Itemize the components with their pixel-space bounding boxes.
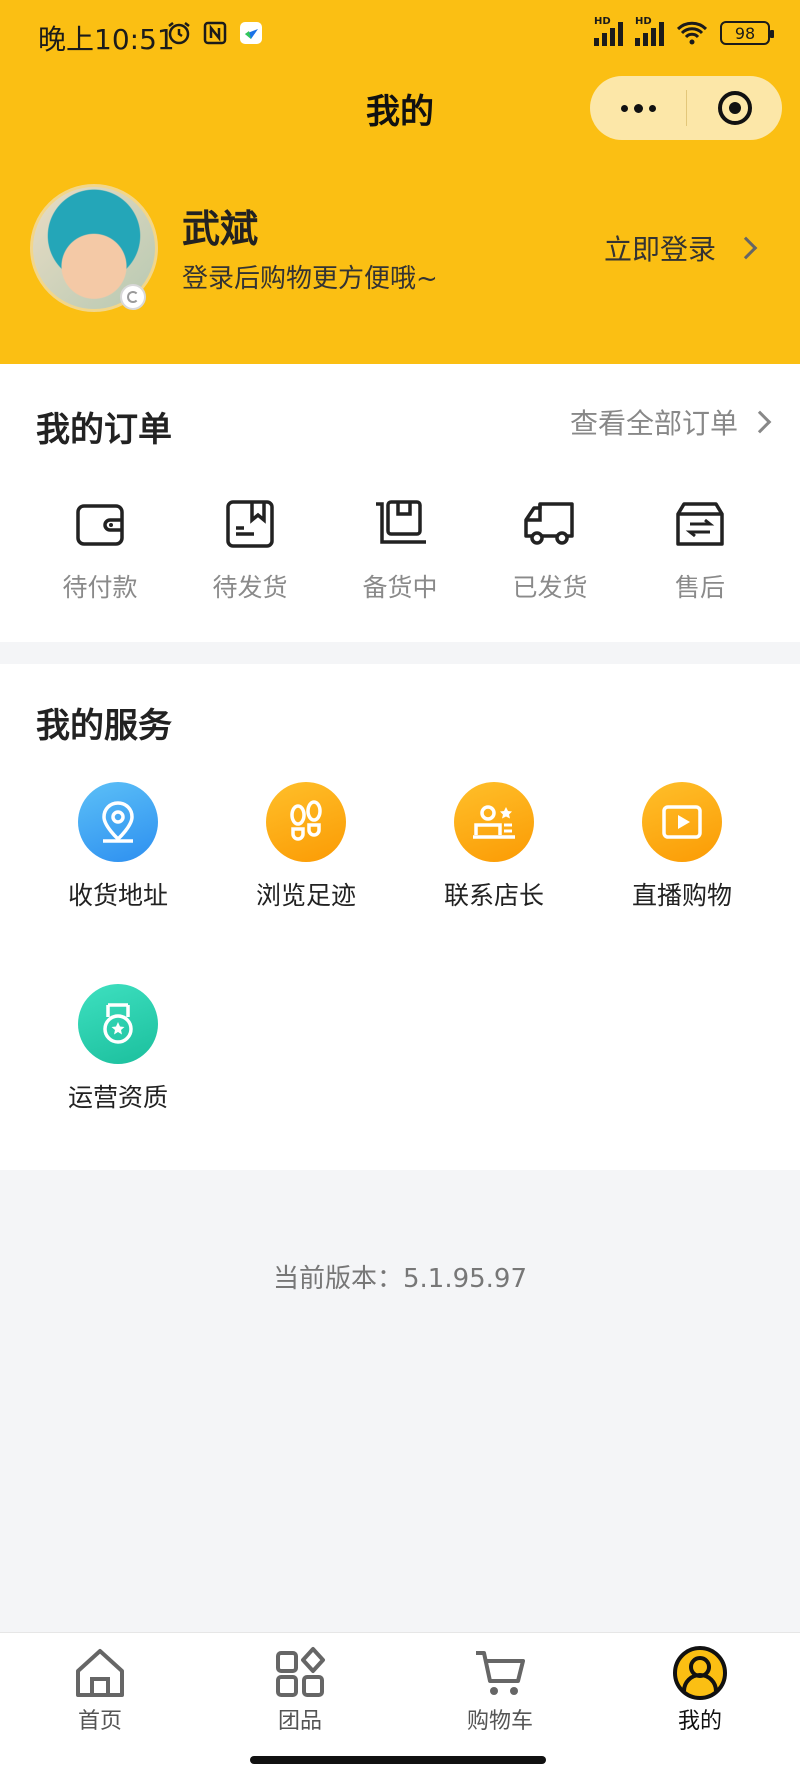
service-live-shopping[interactable]: 直播购物	[588, 782, 776, 912]
close-miniprogram-button[interactable]	[687, 91, 782, 125]
app-notification-icon	[240, 22, 262, 44]
order-status-after-sales[interactable]: 售后	[625, 494, 775, 604]
status-bar: 晚上10:51 HD HD 98	[0, 0, 800, 70]
login-button[interactable]: 立即登录	[604, 228, 758, 268]
signal-icon: HD	[635, 16, 664, 46]
contact-icon	[454, 782, 534, 862]
battery-icon: 98	[720, 21, 774, 45]
play-icon	[642, 782, 722, 862]
service-contact-manager[interactable]: 联系店长	[400, 782, 588, 912]
services-card: 我的服务 收货地址 浏览足迹 联系店长 直播购物 运营资质	[0, 664, 800, 1170]
signal-icon: HD	[594, 16, 623, 46]
status-left-icons	[166, 20, 264, 46]
status-time: 晚上10:51	[38, 23, 175, 56]
services-title: 我的服务	[36, 706, 172, 746]
service-browse-history[interactable]: 浏览足迹	[212, 782, 400, 912]
bottom-tab-bar: 首页 团品 购物车 我的	[0, 1632, 800, 1744]
service-shipping-address[interactable]: 收货地址	[24, 782, 212, 912]
location-icon	[78, 782, 158, 862]
medal-icon	[78, 984, 158, 1064]
more-icon[interactable]	[590, 76, 686, 140]
status-right-icons: HD HD 98	[594, 16, 774, 46]
tab-cart[interactable]: 购物车	[400, 1633, 600, 1744]
truck-icon	[524, 502, 574, 545]
tab-profile[interactable]: 我的	[600, 1633, 800, 1744]
wallet-icon	[76, 504, 124, 546]
alarm-icon	[168, 22, 190, 45]
grid-icon	[276, 1647, 325, 1697]
cart-icon	[476, 1651, 525, 1695]
view-all-orders-link[interactable]: 查看全部订单	[570, 402, 772, 442]
user-subtitle: 登录后购物更方便哦~	[182, 264, 438, 294]
login-label: 立即登录	[604, 233, 717, 266]
package-icon	[226, 500, 274, 548]
profile-icon	[673, 1646, 727, 1700]
tab-home[interactable]: 首页	[0, 1633, 200, 1744]
home-indicator[interactable]	[250, 1756, 546, 1764]
tab-group-products[interactable]: 团品	[200, 1633, 400, 1744]
order-status-pending-payment[interactable]: 待付款	[25, 494, 175, 604]
orders-card: 我的订单 查看全部订单 待付款 待发货 备货中 已发货 售后	[0, 364, 800, 642]
wifi-icon	[676, 21, 708, 45]
target-icon	[717, 91, 752, 125]
chevron-right-icon	[734, 236, 758, 260]
home-icon	[76, 1649, 124, 1697]
miniprogram-capsule	[590, 76, 782, 140]
service-operation-qualification[interactable]: 运营资质	[24, 984, 212, 1114]
orders-title: 我的订单	[36, 410, 172, 450]
profile-header: 晚上10:51 HD HD 98 我的 武斌 登录后购物更方便哦~ 立即登录	[0, 0, 800, 364]
order-status-shipped[interactable]: 已发货	[475, 494, 625, 604]
chevron-right-icon	[748, 410, 772, 434]
box-icon	[376, 500, 426, 544]
version-text: 当前版本：5.1.95.97	[272, 1264, 528, 1294]
nfc-icon	[203, 21, 227, 45]
return-box-icon	[676, 502, 724, 546]
refresh-icon	[120, 284, 146, 310]
order-status-preparing[interactable]: 备货中	[325, 494, 475, 604]
footprint-icon	[266, 782, 346, 862]
user-name: 武斌	[182, 207, 259, 251]
order-status-to-ship[interactable]: 待发货	[175, 494, 325, 604]
